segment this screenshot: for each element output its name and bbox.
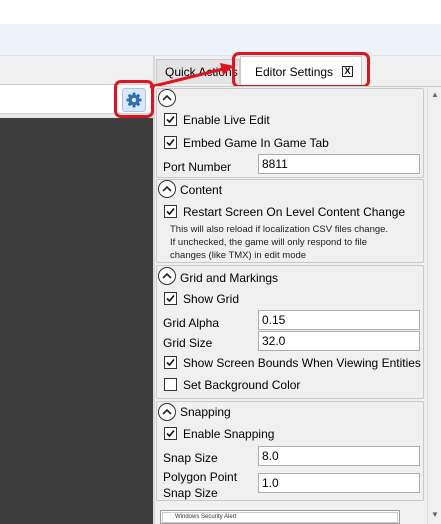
checkmark-icon	[166, 138, 175, 147]
grid-alpha-label: Grid Alpha	[163, 316, 220, 330]
checkmark-icon	[166, 429, 175, 438]
show-grid-checkbox[interactable]	[164, 292, 177, 305]
grid-alpha-field[interactable]: 0.15	[258, 310, 420, 330]
title-bar	[0, 0, 441, 24]
port-number-label: Port Number	[163, 160, 232, 174]
background-color-checkbox[interactable]	[164, 378, 177, 391]
gear-highlight-box	[114, 80, 154, 118]
content-section-title: Content	[180, 183, 223, 197]
scroll-down-icon[interactable]: ▼	[431, 511, 439, 519]
content-note-line: If unchecked, the game will only respond…	[170, 237, 367, 248]
enable-live-edit-label: Enable Live Edit	[183, 113, 270, 127]
screen-bounds-checkbox[interactable]	[164, 356, 177, 369]
checkmark-icon	[166, 115, 175, 124]
embed-game-label: Embed Game In Game Tab	[183, 136, 329, 150]
checkmark-icon	[166, 294, 175, 303]
enable-live-edit-checkbox[interactable]	[164, 113, 177, 126]
content-note-line: This will also reload if localization CS…	[170, 224, 389, 235]
enable-snapping-label: Enable Snapping	[183, 427, 275, 441]
chevron-up-icon[interactable]	[158, 180, 176, 198]
game-viewport[interactable]	[0, 118, 153, 524]
snap-size-field[interactable]: 8.0	[258, 446, 420, 466]
chevron-up-icon[interactable]	[158, 403, 176, 421]
thumbnail-caption: Windows Security Alert	[162, 512, 398, 523]
snapping-section-title: Snapping	[180, 405, 231, 419]
chevron-up-icon[interactable]	[158, 89, 176, 107]
tab-quick-actions[interactable]: Quick Actions	[156, 59, 240, 84]
scroll-up-icon[interactable]: ▲	[431, 91, 439, 99]
tab-highlight-box	[232, 52, 370, 88]
polygon-snap-label-line1: Polygon Point	[163, 470, 238, 484]
panel-scrollbar[interactable]: ▲ ▼	[427, 87, 441, 524]
polygon-snap-size-field[interactable]: 1.0	[258, 473, 420, 493]
screen-bounds-label: Show Screen Bounds When Viewing Entities	[183, 356, 421, 370]
checkmark-icon	[166, 358, 175, 367]
enable-snapping-checkbox[interactable]	[164, 427, 177, 440]
grid-section-title: Grid and Markings	[180, 271, 279, 285]
embed-game-checkbox[interactable]	[164, 136, 177, 149]
show-grid-label: Show Grid	[183, 292, 240, 306]
snap-size-label: Snap Size	[163, 451, 218, 465]
grid-size-field[interactable]: 32.0	[258, 331, 420, 351]
chevron-up-icon[interactable]	[158, 267, 176, 285]
grid-size-label: Grid Size	[163, 336, 213, 350]
background-color-label: Set Background Color	[183, 378, 301, 392]
restart-screen-label: Restart Screen On Level Content Change	[183, 205, 406, 219]
taskbar-thumbnail[interactable]: Windows Security Alert	[160, 510, 400, 524]
content-note-line: changes (like TMX) in edit mode	[170, 250, 307, 261]
ribbon-bar	[0, 24, 441, 56]
polygon-snap-label-line2: Snap Size	[163, 486, 218, 500]
tab-quick-actions-label: Quick Actions	[165, 65, 238, 79]
port-number-field[interactable]: 8811	[258, 154, 420, 174]
checkmark-icon	[166, 207, 175, 216]
restart-screen-checkbox[interactable]	[164, 205, 177, 218]
